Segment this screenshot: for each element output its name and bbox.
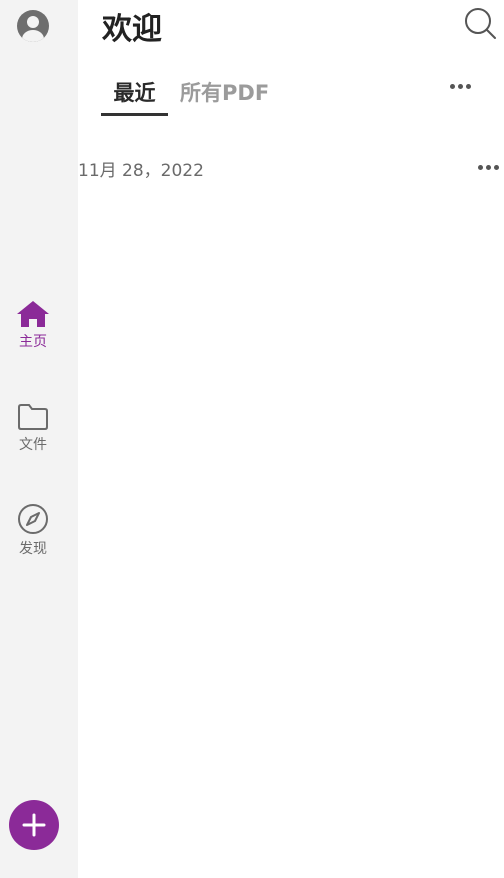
- date-group-header: 11月 28，2022: [78, 161, 204, 181]
- side-rail: 主页 文件 发现: [0, 0, 78, 878]
- tab-all-pdf[interactable]: 所有PDF: [180, 77, 269, 107]
- folder-icon: [18, 404, 48, 430]
- sidebar-item-files[interactable]: 文件: [0, 403, 66, 454]
- tab-recent[interactable]: 最近: [101, 77, 168, 107]
- date-group-more-button[interactable]: [474, 159, 504, 175]
- sidebar-item-home[interactable]: 主页: [0, 300, 66, 351]
- more-dot: [458, 84, 463, 89]
- app-root: 主页 文件 发现 欢迎 最近 所有PDF 11月 28，2022: [0, 0, 504, 878]
- search-icon: [465, 8, 496, 39]
- search-button[interactable]: [463, 6, 497, 40]
- tab-active-indicator: [101, 113, 168, 116]
- more-dot: [466, 84, 471, 89]
- sidebar-item-discover[interactable]: 发现: [0, 503, 66, 558]
- more-dot: [486, 165, 491, 170]
- home-icon: [17, 301, 49, 327]
- compass-icon: [18, 504, 48, 534]
- more-dot: [450, 84, 455, 89]
- sidebar-item-label: 主页: [19, 334, 47, 350]
- avatar-body-shape: [22, 30, 44, 42]
- sidebar-item-label: 文件: [19, 437, 47, 453]
- sidebar-item-label: 发现: [19, 541, 47, 557]
- avatar-head-shape: [27, 16, 39, 28]
- page-title: 欢迎: [102, 12, 162, 47]
- more-options-button[interactable]: [446, 78, 476, 94]
- more-dot: [494, 165, 499, 170]
- more-dot: [478, 165, 483, 170]
- add-button[interactable]: [9, 800, 59, 850]
- plus-icon: [22, 813, 46, 837]
- profile-avatar[interactable]: [17, 10, 49, 42]
